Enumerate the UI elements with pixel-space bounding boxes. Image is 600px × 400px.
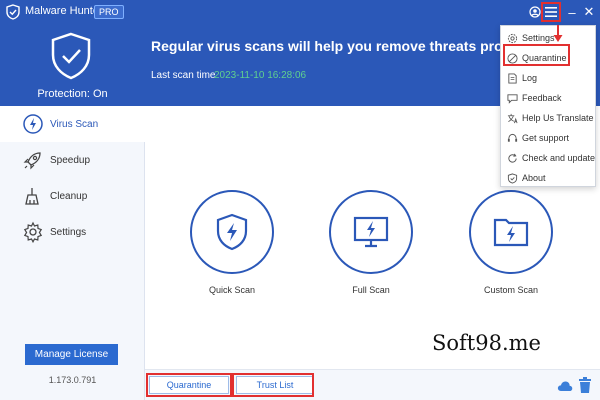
manage-license-button[interactable]: Manage License	[25, 344, 118, 365]
sidebar-item-label: Virus Scan	[50, 118, 99, 130]
sidebar-item-virus-scan[interactable]: Virus Scan	[0, 106, 145, 142]
last-scan-time: 2023-11-10 16:28:06	[214, 70, 307, 81]
custom-scan-label: Custom Scan	[483, 285, 539, 295]
red-arrow-icon	[553, 25, 563, 42]
menu-item-label: About	[522, 173, 546, 183]
virus-scan-icon	[23, 114, 43, 134]
custom-scan-card[interactable]: Custom Scan	[469, 190, 559, 300]
sidebar-item-label: Cleanup	[50, 190, 88, 202]
menu-item-label: Feedback	[522, 93, 562, 103]
document-icon	[508, 72, 517, 84]
shield-check-icon	[51, 32, 91, 80]
quick-scan-label: Quick Scan	[208, 285, 256, 295]
app-title: Malware Hunter	[25, 5, 103, 17]
menu-item-label: Get support	[522, 133, 570, 143]
menu-item-get-support[interactable]: Get support	[501, 128, 597, 148]
quick-scan-card[interactable]: Quick Scan	[190, 190, 280, 300]
shield-icon	[507, 172, 518, 184]
sidebar-item-settings[interactable]: Settings	[0, 214, 145, 250]
full-scan-label: Full Scan	[352, 285, 390, 295]
menu-item-feedback[interactable]: Feedback	[501, 88, 597, 108]
hamburger-menu-icon[interactable]	[541, 2, 561, 22]
sidebar-item-speedup[interactable]: Speedup	[0, 142, 145, 178]
full-scan-card[interactable]: Full Scan	[329, 190, 419, 300]
recycle-bin-icon[interactable]	[579, 377, 591, 393]
quick-scan-button[interactable]	[190, 190, 274, 274]
chat-icon	[507, 93, 518, 104]
custom-scan-button[interactable]	[469, 190, 553, 274]
gear-icon	[23, 221, 43, 243]
cloud-icon[interactable]	[557, 379, 573, 392]
quarantine-menu-highlight-box	[503, 44, 570, 66]
protection-panel: Protection: On	[0, 24, 145, 106]
watermark-text: Soft98.me	[432, 331, 541, 355]
menu-item-label: Settings	[522, 33, 555, 43]
menu-item-about[interactable]: About	[501, 168, 597, 188]
rocket-icon	[23, 152, 41, 170]
gear-icon	[507, 33, 518, 43]
menu-item-check-update[interactable]: Check and update	[501, 148, 597, 168]
refresh-icon	[508, 153, 517, 163]
title-bar: Malware Hunter PRO – ✕	[0, 0, 600, 24]
last-scan-label: Last scan time	[151, 70, 216, 81]
menu-item-label: Help Us Translate	[522, 113, 594, 123]
shield-bolt-icon	[216, 213, 248, 251]
support-icon	[507, 133, 518, 142]
sidebar-item-label: Speedup	[50, 154, 91, 166]
folder-bolt-icon	[493, 218, 529, 247]
menu-item-label: Check and update	[522, 153, 596, 163]
monitor-bolt-icon	[353, 216, 389, 248]
app-logo-icon	[6, 4, 20, 20]
broom-icon	[25, 188, 39, 205]
bottom-bar: Quarantine Trust List	[145, 369, 600, 400]
close-button[interactable]: ✕	[580, 3, 598, 21]
pro-badge: PRO	[94, 5, 124, 19]
menu-item-help-translate[interactable]: Help Us Translate	[501, 108, 597, 128]
sidebar-item-cleanup[interactable]: Cleanup	[0, 178, 145, 214]
version-label: 1.173.0.791	[48, 375, 97, 385]
full-scan-button[interactable]	[329, 190, 413, 274]
translate-icon	[507, 113, 518, 123]
menu-item-log[interactable]: Log	[501, 68, 597, 88]
quarantine-button[interactable]: Quarantine	[149, 376, 229, 394]
menu-item-label: Log	[522, 73, 538, 83]
minimize-button[interactable]: –	[563, 3, 581, 21]
protection-status: Protection: On	[37, 88, 108, 100]
sidebar: Protection: On Virus Scan Speedup Cleanu…	[0, 24, 145, 400]
banner-message: Regular virus scans will help you remove…	[151, 38, 524, 54]
trust-list-button[interactable]: Trust List	[236, 376, 314, 394]
sidebar-item-label: Settings	[50, 226, 87, 238]
